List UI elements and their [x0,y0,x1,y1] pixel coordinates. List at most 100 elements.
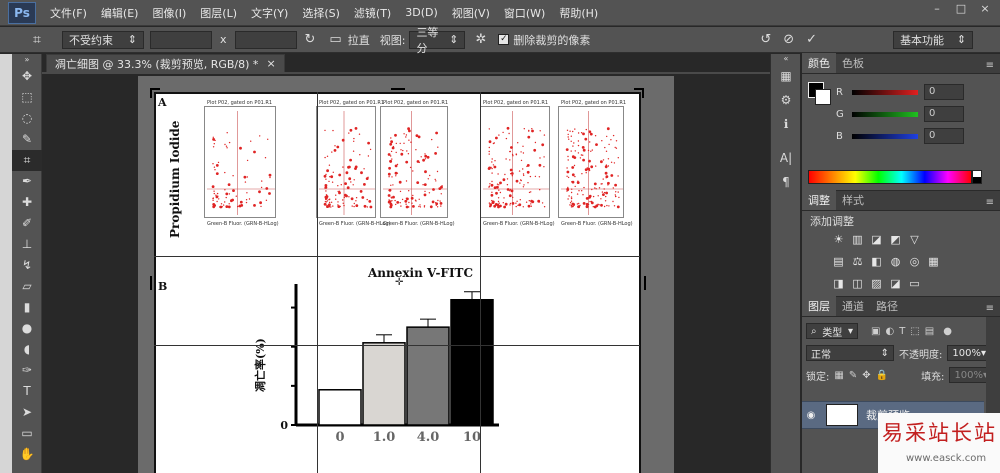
hand-tool-icon[interactable]: ✋ [12,444,42,465]
black-white-ramp[interactable] [972,170,982,184]
fill-input[interactable]: 100% ▾ [949,367,990,383]
character-icon[interactable]: A| [771,146,801,170]
tab-color[interactable]: 颜色 [802,53,836,73]
color-balance-icon[interactable]: ⚖ [851,255,864,268]
tab-paths[interactable]: 路径 [870,296,904,316]
curves-icon[interactable]: ◪ [870,233,883,246]
panel-menu-icon[interactable]: ≡ [980,58,1000,73]
hue-saturation-icon[interactable]: ▤ [832,255,845,268]
selective-color-icon[interactable]: ▭ [908,277,921,290]
background-color-swatch[interactable] [815,89,831,105]
crop-handle-top-left[interactable] [150,88,160,98]
vibrance-icon[interactable]: ▽ [908,233,921,246]
width-input[interactable] [150,30,212,49]
crop-handle-left-middle[interactable] [150,276,160,290]
view-select[interactable]: 三等分 ⇕ [409,26,466,55]
blue-slider[interactable]: B 0 [836,128,964,144]
properties-icon[interactable]: ⚙ [771,88,801,112]
menu-image[interactable]: 图像(I) [152,5,186,21]
ratio-select[interactable]: 不受约束 ⇕ [62,30,144,49]
cancel-icon[interactable]: ⊘ [783,32,794,47]
threshold-icon[interactable]: ▨ [870,277,883,290]
green-slider[interactable]: G 0 [836,106,964,122]
tab-channels[interactable]: 通道 [836,296,870,316]
delete-pixels-checkbox[interactable]: ✓ [498,34,510,45]
clone-stamp-tool-icon[interactable]: ⊥ [12,234,42,255]
info-icon[interactable]: ℹ [771,112,801,136]
filter-type-select[interactable]: ⌕ 类型 ▾ [806,323,858,339]
color-spectrum[interactable] [808,170,972,184]
tab-adjustments[interactable]: 调整 [802,190,836,210]
filter-toggle-icon[interactable]: ● [943,326,952,337]
panel-menu-icon[interactable]: ≡ [980,301,1000,316]
gradient-map-icon[interactable]: ◪ [889,277,902,290]
menu-3d[interactable]: 3D(D) [405,6,438,19]
invert-icon[interactable]: ◨ [832,277,845,290]
workspace-select[interactable]: 基本功能 ⇕ [893,30,974,49]
path-select-tool-icon[interactable]: ➤ [12,402,42,423]
menu-file[interactable]: 文件(F) [50,5,87,21]
quick-select-tool-icon[interactable]: ✎ [12,129,42,150]
straighten-label[interactable]: 拉直 [348,32,370,48]
red-slider[interactable]: R 0 [836,84,964,100]
straighten-icon[interactable]: ▭ [329,32,341,47]
healing-brush-tool-icon[interactable]: ✚ [12,192,42,213]
brightness-icon[interactable]: ☀ [832,233,845,246]
tools-panel-collapse-icon[interactable]: » [12,54,42,66]
eraser-tool-icon[interactable]: ▱ [12,276,42,297]
delete-pixels-label[interactable]: 删除裁剪的像素 [513,32,590,48]
tab-swatches[interactable]: 色板 [836,53,870,73]
black-white-icon[interactable]: ◧ [870,255,883,268]
height-input[interactable] [234,30,297,49]
green-bar[interactable] [852,111,918,117]
history-brush-tool-icon[interactable]: ↯ [12,255,42,276]
blur-tool-icon[interactable]: ● [12,318,42,339]
menu-edit[interactable]: 编辑(E) [101,5,139,21]
collapse-icon[interactable]: « [771,54,801,64]
move-tool-icon[interactable]: ✥ [12,66,42,87]
reset-icon[interactable]: ↺ [760,32,771,47]
history-icon[interactable]: ▦ [771,64,801,88]
paragraph-icon[interactable]: ¶ [771,170,801,194]
lock-position-icon[interactable]: ✥ [862,370,870,381]
rectangle-tool-icon[interactable]: ▭ [12,423,42,444]
lock-pixels-icon[interactable]: ✎ [849,370,857,381]
photo-filter-icon[interactable]: ◍ [889,255,902,268]
crop-handle-top-right[interactable] [634,88,644,98]
menu-select[interactable]: 选择(S) [302,5,340,21]
marquee-tool-icon[interactable]: ⬚ [12,87,42,108]
channel-mixer-icon[interactable]: ◎ [908,255,921,268]
red-bar[interactable] [852,89,918,95]
color-lookup-icon[interactable]: ▦ [927,255,940,268]
pixel-filter-icon[interactable]: ▣ [871,326,880,337]
opacity-input[interactable]: 100% ▾ [947,345,988,361]
blue-bar[interactable] [852,133,918,139]
adjustment-filter-icon[interactable]: ◐ [885,326,894,337]
tab-layers[interactable]: 图层 [802,296,836,316]
blue-value[interactable]: 0 [924,128,964,144]
green-value[interactable]: 0 [924,106,964,122]
swap-icon[interactable]: ↻ [305,32,316,47]
menu-help[interactable]: 帮助(H) [559,5,598,21]
lock-all-icon[interactable]: 🔒 [876,370,888,381]
crop-tool-icon[interactable]: ⌗ [12,150,42,171]
crop-handle-top-middle[interactable] [391,88,405,98]
pen-tool-icon[interactable]: ✑ [12,360,42,381]
type-tool-icon[interactable]: T [12,381,42,402]
document-tab[interactable]: 凋亡细图 @ 33.3% (裁剪预览, RGB/8) * × [46,54,285,72]
eyedropper-tool-icon[interactable]: ✒ [12,171,42,192]
document-tab-close-icon[interactable]: × [266,57,275,70]
lock-transparent-icon[interactable]: ▦ [834,370,843,381]
menu-layer[interactable]: 图层(L) [200,5,237,21]
shape-filter-icon[interactable]: ⬚ [910,326,919,337]
type-filter-icon[interactable]: T [899,326,905,337]
crop-tool-icon[interactable]: ⌗ [26,31,48,49]
red-value[interactable]: 0 [924,84,964,100]
close-button[interactable]: × [978,3,992,15]
exposure-icon[interactable]: ◩ [889,233,902,246]
dodge-tool-icon[interactable]: ◖ [12,339,42,360]
visibility-eye-icon[interactable]: ◉ [802,410,820,421]
maximize-button[interactable]: □ [954,3,968,15]
gradient-tool-icon[interactable]: ▮ [12,297,42,318]
gear-icon[interactable]: ✲ [475,32,486,47]
